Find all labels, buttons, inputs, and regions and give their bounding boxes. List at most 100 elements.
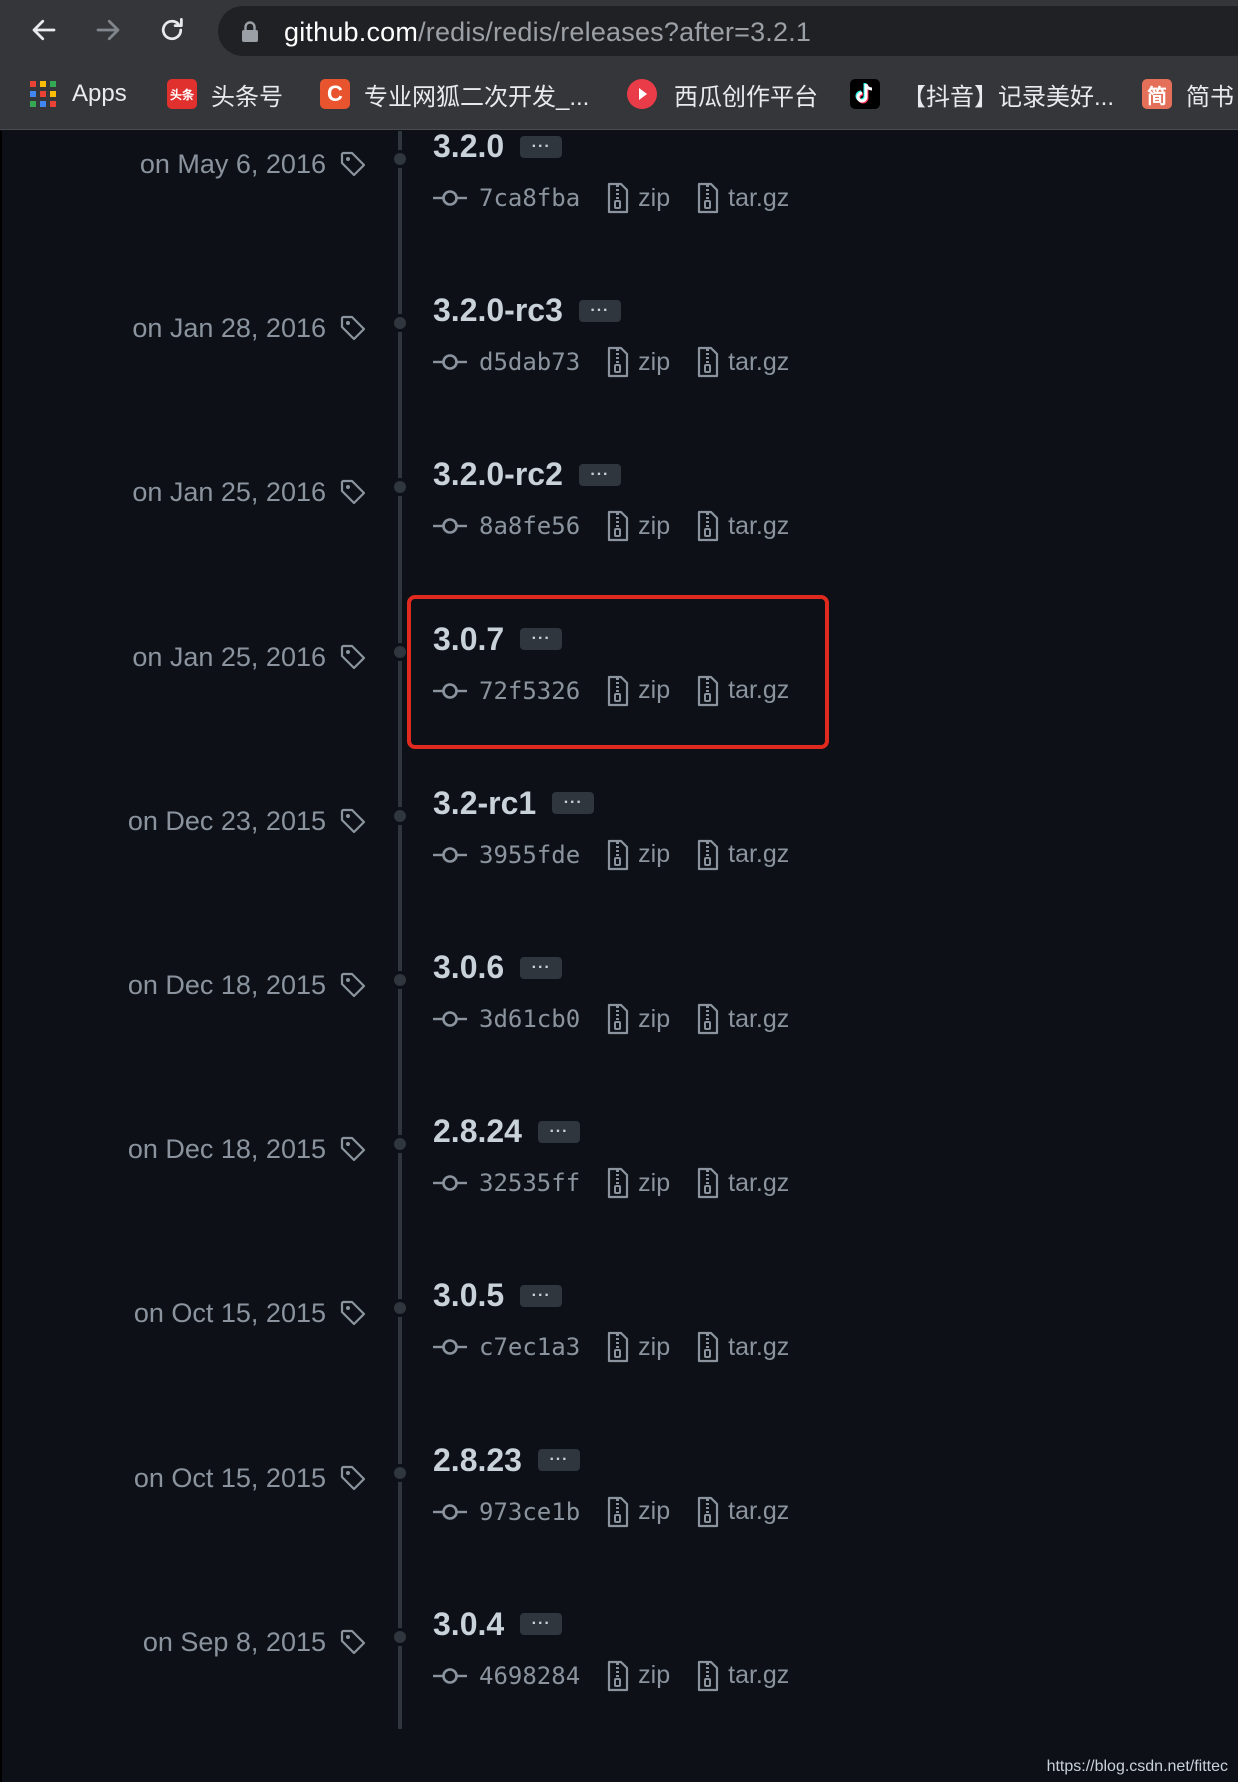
- bookmark-xigua[interactable]: 西瓜创作平台: [626, 74, 818, 114]
- commit-sha: 7ca8fba: [479, 184, 581, 212]
- bookmark-douyin[interactable]: 【抖音】记录美好...: [850, 74, 1114, 114]
- url-text: github.com/redis/redis/releases?after=3.…: [284, 17, 811, 48]
- targz-download-link[interactable]: tar.gz: [696, 1496, 789, 1528]
- tag-icon-wrapper[interactable]: [340, 479, 366, 510]
- release-version-link[interactable]: 3.0.6: [433, 949, 504, 986]
- toutiao-icon: 头条: [167, 79, 197, 109]
- zip-download-link[interactable]: zip: [606, 1660, 670, 1692]
- release-version-link[interactable]: 2.8.23: [433, 1442, 522, 1479]
- targz-download-link[interactable]: tar.gz: [696, 1331, 789, 1363]
- release-title: 2.8.24 ···: [433, 1113, 580, 1150]
- browser-toolbar: github.com/redis/redis/releases?after=3.…: [0, 0, 1238, 62]
- zip-label: zip: [638, 347, 671, 376]
- more-options-button[interactable]: ···: [578, 299, 621, 322]
- more-options-button[interactable]: ···: [537, 1449, 580, 1472]
- tag-icon: [340, 1301, 366, 1326]
- zip-file-icon: [608, 347, 629, 378]
- release-version-link[interactable]: 3.2-rc1: [433, 785, 536, 822]
- bookmark-jianshu[interactable]: 简 简书: [1142, 74, 1234, 114]
- more-options-button[interactable]: ···: [520, 956, 563, 979]
- url-host: github.com: [284, 17, 419, 47]
- release-version-link[interactable]: 3.2.0-rc3: [433, 292, 563, 329]
- commit-sha: d5dab73: [479, 348, 581, 377]
- targz-download-link[interactable]: tar.gz: [696, 1167, 789, 1199]
- zip-download-link[interactable]: zip: [606, 1331, 670, 1363]
- release-version-link[interactable]: 2.8.24: [433, 1113, 522, 1150]
- more-options-button[interactable]: ···: [552, 792, 595, 815]
- release-version-link[interactable]: 3.2.0-rc2: [433, 456, 563, 493]
- release-meta: 8a8fe56 zip tar.gz: [433, 508, 789, 544]
- timeline-dot: [391, 806, 409, 825]
- timeline-dot: [391, 150, 409, 168]
- back-button[interactable]: [24, 10, 64, 50]
- targz-label: tar.gz: [728, 1004, 790, 1033]
- release-meta: 4698284 zip tar.gz: [433, 1658, 789, 1694]
- release-meta: 7ca8fba zip tar.gz: [433, 180, 789, 216]
- more-options-button[interactable]: ···: [537, 1120, 580, 1143]
- zip-download-link[interactable]: zip: [606, 346, 670, 378]
- commit-link[interactable]: 3955fde: [433, 841, 580, 869]
- tag-icon: [340, 480, 366, 505]
- tag-icon-wrapper[interactable]: [340, 1629, 366, 1660]
- zip-download-link[interactable]: zip: [606, 1496, 670, 1528]
- commit-link[interactable]: d5dab73: [433, 348, 580, 376]
- timeline-dot: [391, 1135, 409, 1154]
- targz-download-link[interactable]: tar.gz: [696, 510, 789, 542]
- commit-link[interactable]: 32535ff: [433, 1169, 580, 1197]
- zip-download-link[interactable]: zip: [606, 1167, 670, 1199]
- reload-button[interactable]: [152, 10, 192, 50]
- bookmark-toutiao[interactable]: 头条 头条号: [167, 74, 283, 114]
- targz-download-link[interactable]: tar.gz: [696, 346, 789, 378]
- release-version-link[interactable]: 3.2.0: [433, 128, 504, 165]
- tag-icon-wrapper[interactable]: [340, 1136, 366, 1167]
- zip-label: zip: [638, 511, 671, 540]
- more-options-button[interactable]: ···: [578, 463, 621, 486]
- commit-sha: 8a8fe56: [479, 512, 581, 541]
- zip-download-link[interactable]: zip: [606, 182, 670, 214]
- zip-file-icon: [608, 839, 629, 870]
- bookmark-label: 专业网狐二次开发_...: [364, 83, 590, 111]
- address-bar[interactable]: github.com/redis/redis/releases?after=3.…: [218, 6, 1238, 56]
- zip-label: zip: [638, 1497, 671, 1526]
- release-meta: d5dab73 zip tar.gz: [433, 344, 789, 380]
- more-options-button[interactable]: ···: [520, 1613, 563, 1636]
- commit-link[interactable]: c7ec1a3: [433, 1333, 580, 1361]
- arrow-right-icon: [96, 19, 120, 41]
- tag-icon-wrapper[interactable]: [340, 1465, 366, 1496]
- apps-grid-icon: [30, 81, 56, 107]
- tar-file-icon: [698, 1332, 719, 1363]
- tag-icon-wrapper[interactable]: [340, 1300, 366, 1331]
- release-date: on May 6, 2016: [139, 149, 326, 179]
- release-version-link[interactable]: 3.0.4: [433, 1606, 504, 1643]
- more-options-button[interactable]: ···: [520, 1284, 563, 1307]
- git-commit-icon: [433, 1503, 467, 1520]
- tar-file-icon: [698, 1496, 719, 1527]
- douyin-icon: [850, 79, 880, 109]
- tag-icon-wrapper[interactable]: [340, 315, 366, 346]
- commit-link[interactable]: 4698284: [433, 1662, 580, 1690]
- commit-link[interactable]: 3d61cb0: [433, 1005, 580, 1033]
- zip-download-link[interactable]: zip: [606, 1003, 670, 1035]
- bookmark-apps[interactable]: Apps: [30, 74, 127, 114]
- zip-download-link[interactable]: zip: [606, 510, 670, 542]
- targz-label: tar.gz: [728, 1168, 790, 1197]
- commit-sha: 973ce1b: [479, 1497, 581, 1526]
- forward-button[interactable]: [88, 10, 128, 50]
- bookmark-csdn[interactable]: C 专业网狐二次开发_...: [320, 74, 589, 114]
- tag-icon-wrapper[interactable]: [340, 808, 366, 839]
- tag-icon-wrapper[interactable]: [340, 151, 366, 182]
- targz-download-link[interactable]: tar.gz: [696, 1003, 789, 1035]
- targz-download-link[interactable]: tar.gz: [696, 182, 789, 214]
- commit-link[interactable]: 8a8fe56: [433, 512, 580, 540]
- targz-download-link[interactable]: tar.gz: [696, 839, 789, 871]
- release-version-link[interactable]: 3.0.5: [433, 1277, 504, 1314]
- tag-icon-wrapper[interactable]: [340, 972, 366, 1003]
- zip-download-link[interactable]: zip: [606, 839, 670, 871]
- commit-link[interactable]: 973ce1b: [433, 1498, 580, 1526]
- bookmark-label: 【抖音】记录美好...: [902, 83, 1115, 111]
- tar-file-icon: [698, 1168, 719, 1199]
- commit-link[interactable]: 7ca8fba: [433, 184, 580, 212]
- tag-icon-wrapper[interactable]: [340, 644, 366, 675]
- targz-download-link[interactable]: tar.gz: [696, 1660, 789, 1692]
- more-options-button[interactable]: ···: [520, 135, 563, 158]
